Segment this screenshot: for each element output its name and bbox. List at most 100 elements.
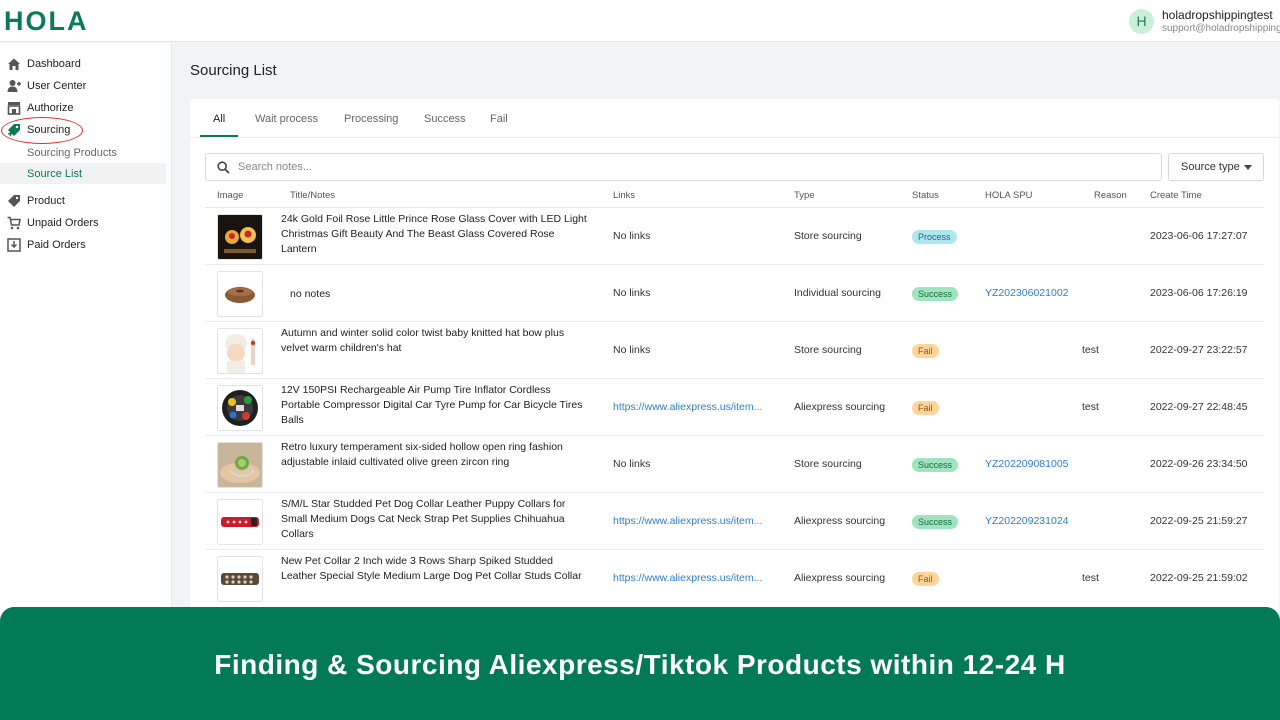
product-link[interactable]: https://www.aliexpress.us/item... (613, 572, 762, 584)
product-thumbnail[interactable] (217, 556, 263, 602)
status-badge: Fail (912, 572, 939, 586)
status-badge: Fail (912, 401, 939, 415)
column-links: Links (613, 190, 636, 201)
column-type: Type (794, 190, 815, 201)
sidebar-item-label: Paid Orders (27, 239, 86, 251)
sourcing-type: Individual sourcing (794, 287, 881, 299)
tab-wait-process[interactable]: Wait process (255, 113, 318, 125)
table-row[interactable]: 24k Gold Foil Rose Little Prince Rose Gl… (205, 208, 1264, 265)
tab-processing[interactable]: Processing (344, 113, 398, 125)
sidebar-item-label: Unpaid Orders (27, 217, 99, 229)
status-badge: Success (912, 458, 959, 472)
status-badge: Success (912, 287, 959, 301)
column-title: Title/Notes (290, 190, 336, 201)
create-time: 2022-09-26 23:34:50 (1150, 458, 1248, 470)
table-row[interactable]: 12V 150PSI Rechargeable Air Pump Tire In… (205, 379, 1264, 436)
search-box[interactable] (205, 153, 1162, 181)
search-icon (217, 160, 230, 174)
logo-text: HOLA (4, 5, 89, 36)
create-time: 2022-09-25 21:59:02 (1150, 572, 1248, 584)
sidebar-subitem-sourcing-products[interactable]: Sourcing Products (0, 142, 166, 163)
product-title: Retro luxury temperament six-sided hollo… (281, 441, 563, 468)
table-row[interactable]: Autumn and winter solid color twist baby… (205, 322, 1264, 379)
user-icon (7, 79, 21, 93)
product-thumbnail[interactable] (217, 328, 263, 374)
cart-icon (7, 216, 21, 230)
active-tab-indicator (200, 135, 238, 137)
product-link[interactable]: https://www.aliexpress.us/item... (613, 515, 762, 527)
sidebar-subitem-source-list[interactable]: Source List (0, 163, 166, 184)
product-title: Autumn and winter solid color twist baby… (281, 327, 565, 354)
tab-all[interactable]: All (213, 113, 225, 125)
avatar[interactable]: H (1129, 8, 1154, 34)
product-title: 12V 150PSI Rechargeable Air Pump Tire In… (281, 384, 583, 426)
table-row[interactable]: New Pet Collar 2 Inch wide 3 Rows Sharp … (205, 550, 1264, 607)
column-image: Image (217, 190, 244, 201)
sidebar-item-label: Dashboard (27, 58, 81, 70)
column-create-time: Create Time (1150, 190, 1202, 201)
product-title: 24k Gold Foil Rose Little Prince Rose Gl… (281, 213, 587, 255)
sidebar-item-paid-orders[interactable]: Paid Orders (0, 234, 166, 256)
product-link: No links (613, 344, 651, 356)
fail-reason: test (1082, 401, 1099, 413)
page-title: Sourcing List (190, 62, 277, 79)
fail-reason: test (1082, 572, 1099, 584)
hola-logo[interactable]: HOLA (4, 5, 89, 36)
top-bar: HOLA H holadropshippingtest support@hola… (0, 0, 1280, 42)
table-row[interactable]: S/M/L Star Studded Pet Dog Collar Leathe… (205, 493, 1264, 550)
status-tabs: All Wait process Processing Success Fail (190, 99, 1279, 138)
product-thumbnail[interactable] (217, 271, 263, 317)
sidebar-item-user-center[interactable]: User Center (0, 75, 166, 97)
sidebar-item-unpaid-orders[interactable]: Unpaid Orders (0, 212, 166, 234)
tab-success[interactable]: Success (424, 113, 466, 125)
tab-fail[interactable]: Fail (490, 113, 508, 125)
table-row[interactable]: Retro luxury temperament six-sided hollo… (205, 436, 1264, 493)
product-link: No links (613, 230, 651, 242)
product-link: No links (613, 458, 651, 470)
user-name: holadropshippingtest (1162, 8, 1273, 22)
table-header: Image Title/Notes Links Type Status HOLA… (205, 186, 1264, 208)
user-menu[interactable]: H holadropshippingtest support@holadrops… (1129, 8, 1280, 34)
create-time: 2023-06-06 17:27:07 (1150, 230, 1248, 242)
hola-spu-link[interactable]: YZ202306021002 (985, 287, 1069, 299)
source-type-label: Source type (1181, 161, 1240, 173)
product-link: No links (613, 287, 651, 299)
status-badge: Fail (912, 344, 939, 358)
source-type-select[interactable]: Source type (1168, 153, 1264, 181)
hola-spu-link[interactable]: YZ202209081005 (985, 458, 1069, 470)
product-link[interactable]: https://www.aliexpress.us/item... (613, 401, 762, 413)
product-title: no notes (290, 288, 331, 300)
sidebar-item-dashboard[interactable]: Dashboard (0, 53, 166, 75)
sidebar-item-product[interactable]: Product (0, 190, 166, 212)
fail-reason: test (1082, 344, 1099, 356)
store-icon (7, 101, 21, 115)
product-title: New Pet Collar 2 Inch wide 3 Rows Sharp … (281, 555, 582, 582)
status-badge: Process (912, 230, 957, 244)
banner-text: Finding & Sourcing Aliexpress/Tiktok Pro… (214, 648, 1066, 680)
sourcing-type: Store sourcing (794, 230, 862, 242)
caret-down-icon (1244, 165, 1252, 170)
table-row[interactable]: no notes No links Individual sourcing Su… (205, 265, 1264, 322)
create-time: 2023-06-06 17:26:19 (1150, 287, 1248, 299)
highlight-circle (1, 117, 83, 144)
user-info: holadropshippingtest support@holadropshi… (1162, 8, 1280, 34)
search-input[interactable] (238, 161, 1118, 173)
product-thumbnail[interactable] (217, 499, 263, 545)
product-thumbnail[interactable] (217, 385, 263, 431)
column-reason: Reason (1094, 190, 1127, 201)
home-icon (7, 57, 21, 71)
product-title: S/M/L Star Studded Pet Dog Collar Leathe… (281, 498, 566, 540)
sourcing-type: Store sourcing (794, 344, 862, 356)
status-badge: Success (912, 515, 959, 529)
sidebar-item-authorize[interactable]: Authorize (0, 97, 166, 119)
sourcing-type: Store sourcing (794, 458, 862, 470)
tag-icon (7, 194, 21, 208)
sourcing-type: Aliexpress sourcing (794, 572, 886, 584)
hola-spu-link[interactable]: YZ202209231024 (985, 515, 1069, 527)
create-time: 2022-09-27 22:48:45 (1150, 401, 1248, 413)
promo-banner: Finding & Sourcing Aliexpress/Tiktok Pro… (0, 607, 1280, 720)
product-thumbnail[interactable] (217, 214, 263, 260)
sourcing-card: All Wait process Processing Success Fail… (190, 99, 1279, 619)
user-email: support@holadropshipping... (1162, 23, 1280, 34)
product-thumbnail[interactable] (217, 442, 263, 488)
